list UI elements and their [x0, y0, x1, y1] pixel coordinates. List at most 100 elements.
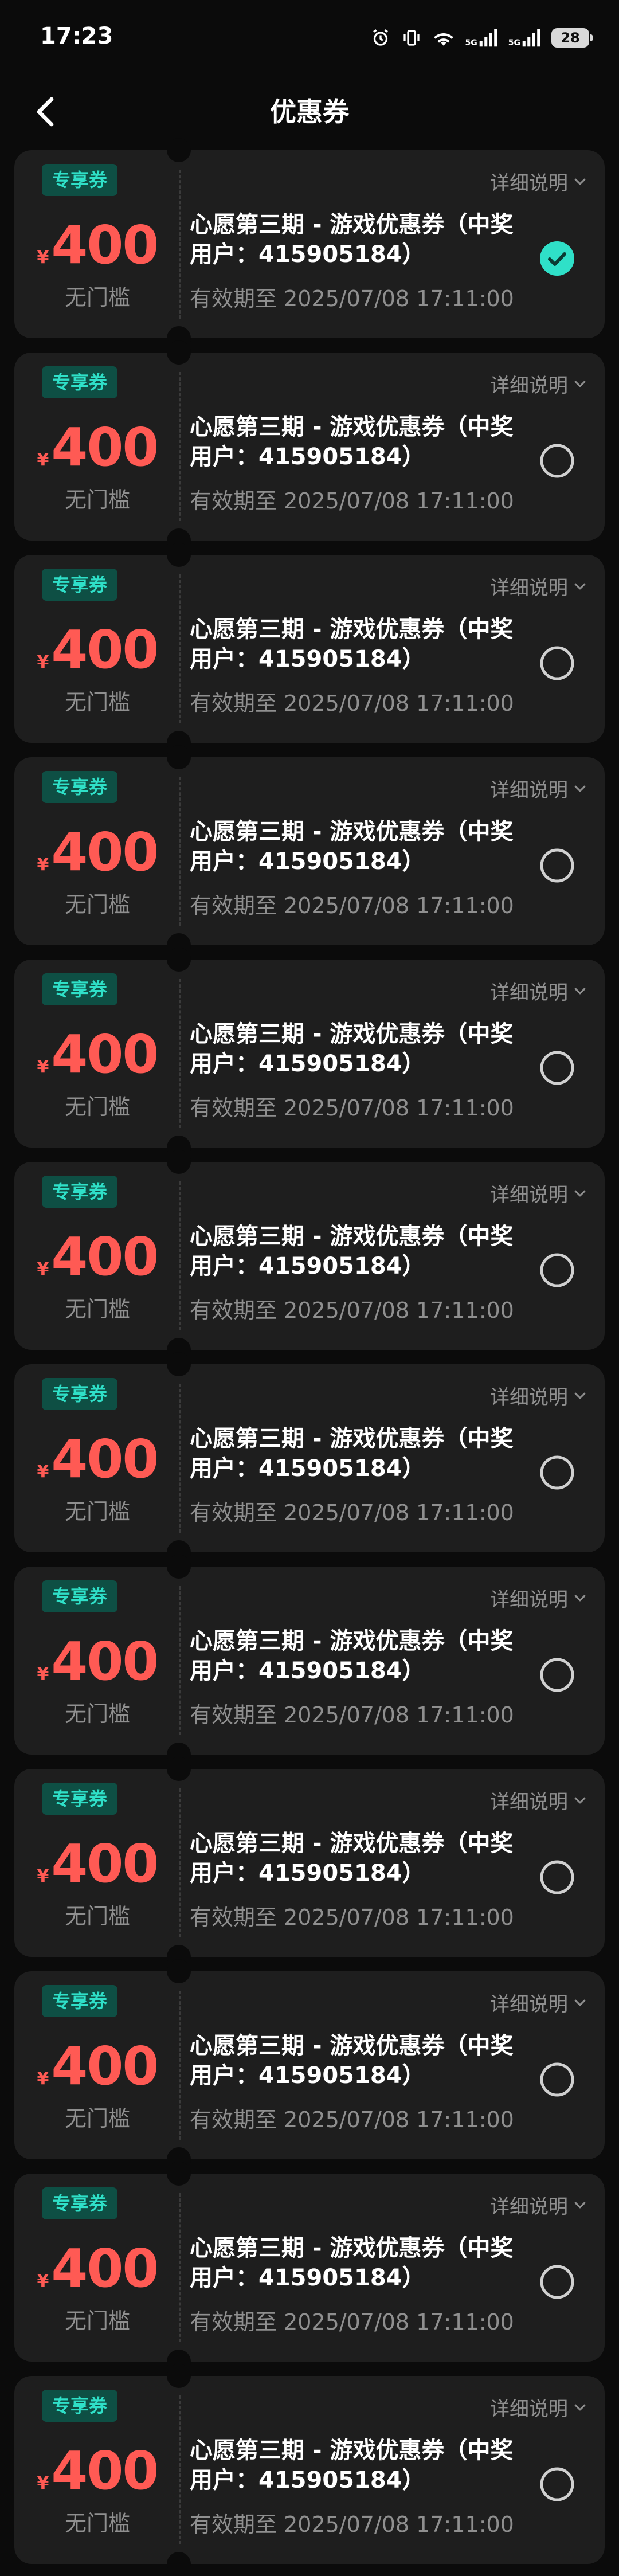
- expiry-text: 有效期至 2025/07/08 17:11:00: [190, 2309, 514, 2335]
- selected-check-icon[interactable]: [539, 241, 575, 276]
- detail-label: 详细说明: [490, 1791, 568, 1814]
- signal-2: 5G: [508, 28, 541, 48]
- expiry-text: 有效期至 2025/07/08 17:11:00: [190, 1500, 514, 1525]
- amount-value: 400: [51, 1631, 159, 1692]
- currency-symbol: ¥: [37, 1259, 49, 1279]
- card-divider: [179, 372, 181, 521]
- detail-link[interactable]: 详细说明: [490, 1988, 587, 2017]
- coupon-title: 心愿第三期 - 游戏优惠券（中奖用户：415905184）: [190, 2235, 514, 2291]
- threshold-label: 无门槛: [64, 487, 130, 512]
- exclusive-tag: 专享券: [42, 1378, 118, 1410]
- detail-label: 详细说明: [490, 2195, 568, 2218]
- threshold-label: 无门槛: [64, 892, 130, 917]
- select-radio-button[interactable]: [539, 848, 575, 883]
- currency-symbol: ¥: [37, 855, 49, 875]
- select-radio-button[interactable]: [539, 2264, 575, 2300]
- currency-symbol: ¥: [37, 1057, 49, 1077]
- select-radio-button[interactable]: [539, 1050, 575, 1086]
- select-radio-button[interactable]: [539, 443, 575, 479]
- chevron-down-icon: [574, 178, 586, 185]
- threshold-label: 无门槛: [64, 1701, 130, 1727]
- coupon-card[interactable]: 专享券 ¥ 400 无门槛 详细说明 心愿第三期 - 游戏优惠券（中奖用户：41…: [14, 1757, 605, 1969]
- detail-link[interactable]: 详细说明: [490, 572, 587, 600]
- threshold-label: 无门槛: [64, 1297, 130, 1322]
- card-notch: [167, 1757, 191, 1781]
- card-divider: [179, 2193, 181, 2342]
- exclusive-tag: 专享券: [42, 1176, 118, 1208]
- amount-value: 400: [51, 2035, 159, 2097]
- card-notch: [167, 138, 191, 162]
- detail-link[interactable]: 详细说明: [490, 2191, 587, 2219]
- coupon-card[interactable]: 专享券 ¥ 400 无门槛 详细说明 心愿第三期 - 游戏优惠券（中奖用户：41…: [14, 1352, 605, 1564]
- coupon-card[interactable]: 专享券 ¥ 400 无门槛 详细说明 心愿第三期 - 游戏优惠券（中奖用户：41…: [14, 948, 605, 1160]
- select-radio-button[interactable]: [539, 2467, 575, 2502]
- coupon-card[interactable]: 专享券 ¥ 400 无门槛 详细说明 心愿第三期 - 游戏优惠券（中奖用户：41…: [14, 745, 605, 957]
- coupon-card[interactable]: 专享券 ¥ 400 无门槛 详细说明 心愿第三期 - 游戏优惠券（中奖用户：41…: [14, 2162, 605, 2374]
- expiry-text: 有效期至 2025/07/08 17:11:00: [190, 1298, 514, 1323]
- detail-link[interactable]: 详细说明: [490, 1381, 587, 1410]
- coupon-card[interactable]: 专享券 ¥ 400 无门槛 详细说明 心愿第三期 - 游戏优惠券（中奖用户：41…: [14, 2364, 605, 2576]
- coupon-amount: ¥ 400: [27, 2240, 168, 2297]
- card-notch: [167, 1959, 191, 1983]
- card-divider: [179, 1181, 181, 1330]
- card-notch: [167, 1555, 191, 1579]
- expiry-text: 有效期至 2025/07/08 17:11:00: [190, 893, 514, 918]
- detail-link[interactable]: 详细说明: [490, 774, 587, 802]
- amount-value: 400: [51, 214, 159, 276]
- currency-symbol: ¥: [37, 1664, 49, 1684]
- select-radio-button[interactable]: [539, 645, 575, 681]
- detail-link[interactable]: 详细说明: [490, 167, 587, 195]
- card-notch: [167, 2162, 191, 2186]
- coupon-amount: ¥ 400: [27, 621, 168, 679]
- currency-symbol: ¥: [37, 1866, 49, 1886]
- chevron-down-icon: [574, 2202, 586, 2208]
- expiry-text: 有效期至 2025/07/08 17:11:00: [190, 488, 514, 514]
- select-radio-button[interactable]: [539, 1657, 575, 1693]
- coupon-card[interactable]: 专享券 ¥ 400 无门槛 详细说明 心愿第三期 - 游戏优惠券（中奖用户：41…: [14, 1150, 605, 1362]
- detail-link[interactable]: 详细说明: [490, 370, 587, 398]
- signal-2-icon: [522, 29, 540, 47]
- threshold-label: 无门槛: [64, 2106, 130, 2131]
- coupon-card[interactable]: 专享券 ¥ 400 无门槛 详细说明 心愿第三期 - 游戏优惠券（中奖用户：41…: [14, 1555, 605, 1767]
- chevron-down-icon: [574, 583, 586, 589]
- chevron-down-icon: [574, 1190, 586, 1196]
- coupon-amount: ¥ 400: [27, 2038, 168, 2095]
- currency-symbol: ¥: [37, 2271, 49, 2291]
- detail-link[interactable]: 详细说明: [490, 977, 587, 1005]
- select-radio-button[interactable]: [539, 1455, 575, 1490]
- select-radio-button[interactable]: [539, 2062, 575, 2097]
- detail-link[interactable]: 详细说明: [490, 1179, 587, 1207]
- detail-link[interactable]: 详细说明: [490, 1786, 587, 1814]
- currency-symbol: ¥: [37, 248, 49, 268]
- card-divider: [179, 979, 181, 1128]
- coupon-title: 心愿第三期 - 游戏优惠券（中奖用户：415905184）: [190, 1426, 514, 1482]
- card-notch: [167, 2552, 191, 2576]
- detail-label: 详细说明: [490, 1184, 568, 1207]
- card-notch: [167, 543, 191, 567]
- amount-value: 400: [51, 2238, 159, 2299]
- wifi-icon: [432, 28, 455, 48]
- card-divider: [179, 1384, 181, 1533]
- threshold-label: 无门槛: [64, 2511, 130, 2536]
- threshold-label: 无门槛: [64, 285, 130, 310]
- coupon-card[interactable]: 专享券 ¥ 400 无门槛 详细说明 心愿第三期 - 游戏优惠券（中奖用户：41…: [14, 1959, 605, 2171]
- detail-link[interactable]: 详细说明: [490, 2393, 587, 2421]
- coupon-card[interactable]: 专享券 ¥ 400 无门槛 详细说明 心愿第三期 - 游戏优惠券（中奖用户：41…: [14, 138, 605, 350]
- coupon-card[interactable]: 专享券 ¥ 400 无门槛 详细说明 心愿第三期 - 游戏优惠券（中奖用户：41…: [14, 543, 605, 755]
- signal-1: 5G: [465, 28, 498, 48]
- coupon-card[interactable]: 专享券 ¥ 400 无门槛 详细说明 心愿第三期 - 游戏优惠券（中奖用户：41…: [14, 340, 605, 553]
- exclusive-tag: 专享券: [42, 973, 118, 1005]
- card-divider: [179, 2395, 181, 2544]
- card-notch: [167, 745, 191, 769]
- detail-link[interactable]: 详细说明: [490, 1584, 587, 1612]
- detail-label: 详细说明: [490, 779, 568, 802]
- amount-value: 400: [51, 417, 159, 478]
- currency-symbol: ¥: [37, 652, 49, 672]
- coupon-amount: ¥ 400: [27, 1228, 168, 1286]
- select-radio-button[interactable]: [539, 1859, 575, 1895]
- coupon-amount: ¥ 400: [27, 419, 168, 476]
- coupon-amount: ¥ 400: [27, 1633, 168, 1690]
- coupon-amount: ¥ 400: [27, 824, 168, 881]
- detail-label: 详细说明: [490, 374, 568, 397]
- select-radio-button[interactable]: [539, 1252, 575, 1288]
